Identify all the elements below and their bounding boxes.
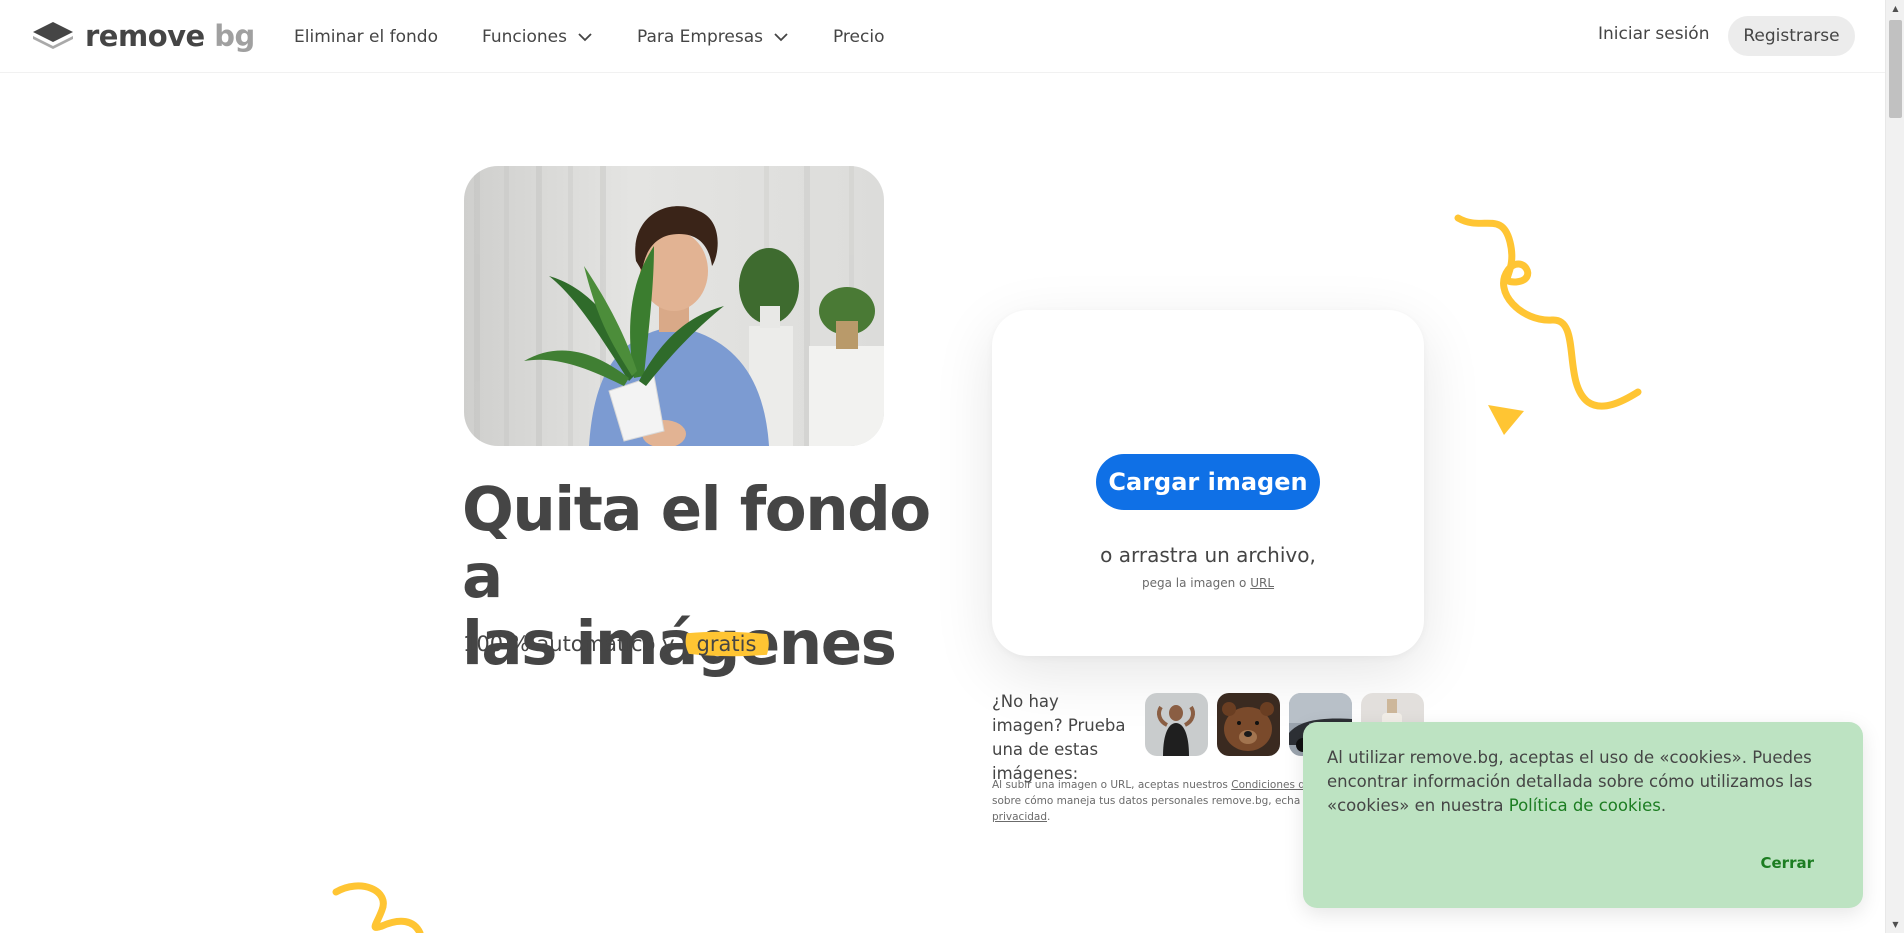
chevron-down-icon <box>578 32 592 41</box>
cookie-message: Al utilizar remove.bg, aceptas el uso de… <box>1327 746 1847 818</box>
swirl-decoration-icon <box>332 882 424 933</box>
nav-features[interactable]: Funciones <box>482 27 593 47</box>
logo[interactable]: remove bg <box>31 19 255 53</box>
cookie-text-end: . <box>1660 796 1667 815</box>
drag-drop-text: o arrastra un archivo, <box>1100 543 1316 567</box>
page-scrollbar[interactable]: ▲ ▼ <box>1885 0 1904 933</box>
hero-image <box>464 166 884 446</box>
register-button[interactable]: Registrarse <box>1728 16 1855 56</box>
nav-label: Precio <box>832 26 885 47</box>
hero-title-line1: Quita el fondo a <box>462 474 931 612</box>
sample-bear-thumbnail[interactable] <box>1217 693 1280 756</box>
legal-text-end: . <box>1047 811 1051 823</box>
squiggle-decoration-icon <box>1454 214 1642 410</box>
cookie-banner: Al utilizar remove.bg, aceptas el uso de… <box>1303 722 1863 908</box>
scrollbar-thumb[interactable] <box>1889 20 1902 118</box>
chevron-down-icon <box>774 32 788 41</box>
triangle-decoration-icon <box>1488 405 1524 435</box>
logo-word-bg: bg <box>214 19 255 53</box>
logo-word-remove: remove <box>85 19 205 53</box>
sample-woman-thumbnail[interactable] <box>1145 693 1208 756</box>
cookie-close-button[interactable]: Cerrar <box>1761 854 1815 872</box>
upload-image-button[interactable]: Cargar imagen <box>1096 454 1320 510</box>
paste-label: pega la imagen o <box>1141 576 1247 590</box>
nav-remove-background[interactable]: Eliminar el fondo <box>294 27 438 47</box>
scroll-up-arrow-icon[interactable]: ▲ <box>1886 0 1904 17</box>
url-link[interactable]: URL <box>1250 576 1274 590</box>
hero-subtitle: 100 % automático y gratis <box>463 630 770 658</box>
upload-card[interactable]: Cargar imagen o arrastra un archivo, peg… <box>992 310 1424 656</box>
nav-label: Para Empresas <box>636 26 763 47</box>
nav-label: Funciones <box>482 26 567 47</box>
nav-label: Eliminar el fondo <box>294 26 438 47</box>
highlight-text: gratis <box>696 632 757 656</box>
legal-text-1: Al subir una imagen o URL, aceptas nuest… <box>992 779 1228 791</box>
sample-prompt: ¿No hay imagen? Prueba una de estas imág… <box>992 692 1126 783</box>
login-link[interactable]: Iniciar sesión <box>1598 24 1709 44</box>
logo-text: remove bg <box>85 19 255 53</box>
cookie-policy-link[interactable]: Política de cookies <box>1509 796 1661 815</box>
logo-mark-icon <box>33 22 73 49</box>
legal-text-2: sobre cómo maneja tus datos personales r… <box>992 795 1339 807</box>
hero-subtitle-text: 100 % automático y <box>463 632 675 656</box>
man-with-plant-illustration <box>474 166 884 446</box>
nav-pricing[interactable]: Precio <box>833 27 885 47</box>
legal-notice: Al subir una imagen o URL, aceptas nuest… <box>992 777 1352 825</box>
scroll-down-arrow-icon[interactable]: ▼ <box>1886 916 1904 933</box>
top-navbar: remove bg Eliminar el fondo Funciones Pa… <box>0 0 1885 73</box>
highlight-badge: gratis <box>683 630 771 658</box>
paste-url-text: pega la imagen o URL <box>992 576 1424 590</box>
nav-business[interactable]: Para Empresas <box>637 27 789 47</box>
main-nav: Eliminar el fondo Funciones Para Empresa… <box>294 0 884 73</box>
privacy-link[interactable]: privacidad <box>992 811 1047 823</box>
